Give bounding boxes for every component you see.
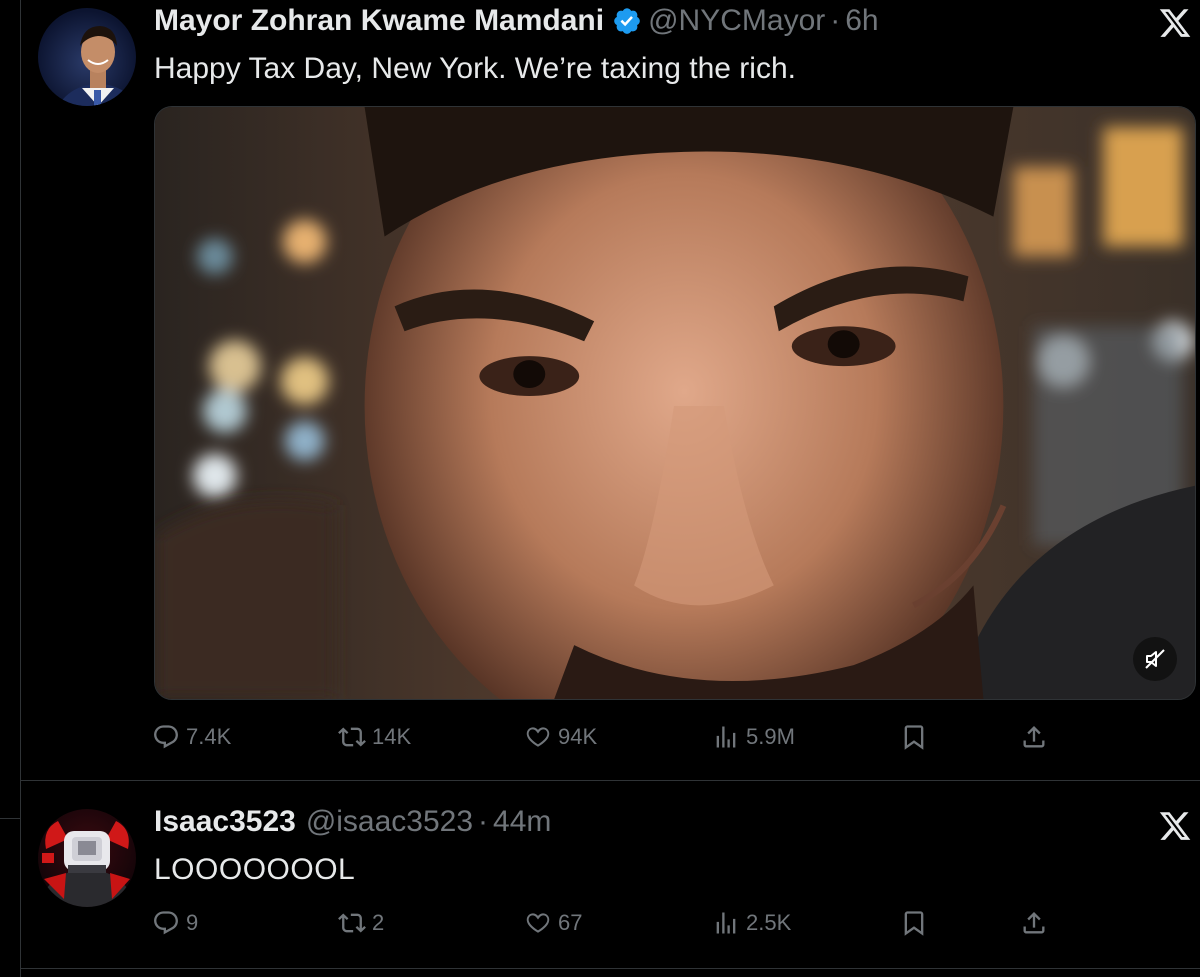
avatar[interactable] [38,8,136,106]
like-icon [526,727,550,747]
reply-icon [154,725,178,749]
share-button[interactable] [1020,717,1054,757]
share-icon [1023,726,1045,748]
avatar-character-image [38,821,136,907]
like-count: 67 [558,910,583,935]
repost-button[interactable]: 14K [338,717,411,757]
tweet-timestamp[interactable]: 6h [845,4,878,38]
tweet-isaac3523[interactable]: Isaac3523 @isaac3523 · 44m LOOOOOOOL 9 2… [20,781,1200,968]
verified-badge-icon[interactable] [612,6,642,36]
repost-icon [338,727,366,747]
bookmark-button[interactable] [900,903,934,943]
views-button[interactable]: 2.5K [712,903,791,943]
timeline-connector [0,818,20,819]
tweet-text: LOOOOOOOL [154,853,356,886]
tweet-header: Mayor Zohran Kwame Mamdani @NYCMayor · 6… [154,4,879,38]
tweet-actions: 7.4K 14K 94K 5.9M [20,717,1200,757]
repost-count: 2 [372,910,385,935]
views-icon [716,726,736,748]
share-icon [1023,912,1045,934]
bookmark-icon [904,911,924,936]
x-logo-icon [1159,812,1191,840]
tweet-video[interactable] [154,106,1196,700]
tweet-header: Isaac3523 @isaac3523 · 44m [154,805,551,839]
avatar-portrait-image [58,26,136,106]
separator-dot: · [478,805,489,838]
views-icon [716,912,736,934]
x-logo-icon [1159,9,1191,37]
share-button[interactable] [1020,903,1054,943]
view-count: 2.5K [746,910,792,935]
tweet-text: Happy Tax Day, New York. We’re taxing th… [154,52,796,85]
video-frame-image [155,107,1195,699]
bookmark-button[interactable] [900,717,934,757]
tweet-timestamp[interactable]: 44m [493,805,551,839]
author-name[interactable]: Isaac3523 [154,805,296,839]
author-name[interactable]: Mayor Zohran Kwame Mamdani [154,4,604,38]
repost-count: 14K [372,724,412,749]
reply-count: 9 [186,910,199,935]
repost-button[interactable]: 2 [338,903,384,943]
like-count: 94K [558,724,598,749]
avatar[interactable] [38,809,136,907]
like-button[interactable]: 67 [524,903,582,943]
bookmark-icon [904,725,924,750]
tweet-divider [20,968,1200,969]
views-button[interactable]: 5.9M [712,717,795,757]
tweet-actions: 9 2 67 2.5K [20,903,1200,943]
view-count: 5.9M [746,724,795,749]
reply-button[interactable]: 7.4K [152,717,231,757]
like-button[interactable]: 94K [524,717,597,757]
like-icon [526,913,550,933]
reply-icon [154,911,178,935]
tweet-nycmayor[interactable]: Mayor Zohran Kwame Mamdani @NYCMayor · 6… [20,0,1200,780]
reply-button[interactable]: 9 [152,903,198,943]
reply-count: 7.4K [186,724,232,749]
author-handle[interactable]: @isaac3523 [306,805,473,839]
repost-icon [338,913,366,933]
author-handle[interactable]: @NYCMayor [648,4,825,38]
mute-icon [1145,649,1165,669]
mute-button[interactable] [1133,637,1177,681]
separator-dot: · [830,4,841,37]
